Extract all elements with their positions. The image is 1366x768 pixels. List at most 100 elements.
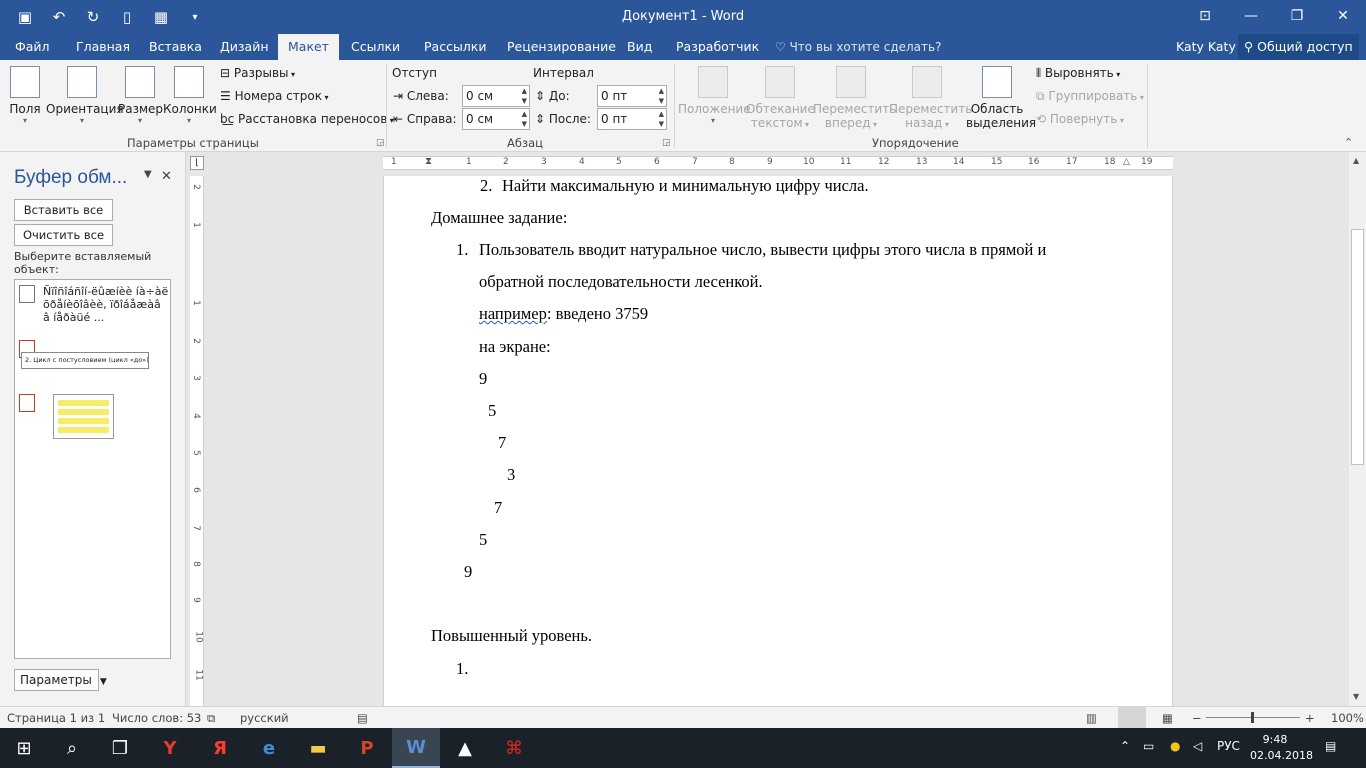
hyphenation-button[interactable]: b͟c Расстановка переносов ▾ — [220, 112, 394, 126]
scroll-down-icon[interactable]: ▼ — [1353, 692, 1359, 701]
yandex-browser-icon[interactable]: Y — [146, 728, 194, 768]
position-button[interactable]: Положение ▾ — [678, 66, 751, 125]
orientation-button[interactable]: Ориентация ▾ — [46, 66, 124, 125]
clipboard-item[interactable] — [19, 394, 169, 442]
clock[interactable]: 9:48 02.04.2018 — [1250, 732, 1313, 764]
title-bar: ▣ ↶ ↻ ▯ ▦ ▾ Документ1 - Word ⊡ — ❐ ✕ — [0, 0, 1366, 34]
tab-review[interactable]: Рецензирование — [497, 34, 626, 60]
horizontal-ruler[interactable]: 1 ⧗ 1 2 3 4 5 6 7 8 9 10 11 12 13 14 15 … — [383, 156, 1173, 170]
collapse-ribbon-icon[interactable]: ⌃ — [1344, 136, 1353, 149]
ribbon-display-icon[interactable]: ⊡ — [1182, 0, 1228, 32]
tab-selector[interactable]: ⌊ — [190, 156, 204, 170]
minimize-icon[interactable]: — — [1228, 0, 1274, 32]
breaks-button[interactable]: ⊟ Разрывы ▾ — [220, 66, 295, 80]
volume-icon[interactable]: ◁ — [1193, 739, 1202, 753]
tab-design[interactable]: Дизайн — [210, 34, 279, 60]
spinner-icon[interactable]: ▲ ▼ — [522, 86, 527, 106]
acrobat-icon[interactable]: ⌘ — [490, 728, 538, 768]
document-page[interactable]: 2. Найти максимальную и минимальную цифр… — [383, 176, 1173, 706]
search-icon[interactable]: ⌕ — [48, 728, 96, 768]
task-view-icon[interactable]: ❐ — [96, 728, 144, 768]
spinner-icon[interactable]: ▲ ▼ — [522, 109, 527, 129]
spinner-icon[interactable]: ▲ ▼ — [659, 86, 664, 106]
paste-all-button[interactable]: Вставить все — [14, 199, 113, 221]
photos-icon[interactable]: ▲ — [441, 728, 489, 768]
print-layout-icon[interactable] — [1118, 707, 1146, 728]
margins-button[interactable]: Поля ▾ — [8, 66, 42, 125]
slide-text-thumbnail: 2. Цикл с постусловием (цикл «до») — [21, 352, 149, 369]
zoom-slider-thumb[interactable] — [1251, 712, 1254, 723]
wrap-text-button[interactable]: Обтекание текстом ▾ — [746, 66, 815, 130]
scroll-thumb[interactable] — [1351, 229, 1364, 465]
read-mode-icon[interactable]: ▥ — [1086, 711, 1097, 725]
indent-left-field[interactable]: 0 см ▲ ▼ — [462, 85, 530, 107]
selection-pane-button[interactable]: Область выделения — [966, 66, 1036, 130]
vertical-ruler[interactable]: 2 1 1 2 3 4 5 6 7 8 9 10 11 — [190, 176, 204, 706]
word-icon[interactable]: W — [392, 728, 440, 768]
spacing-before-field[interactable]: 0 пт ▲ ▼ — [597, 85, 667, 107]
right-indent-marker-icon[interactable]: △ — [1123, 157, 1130, 167]
pane-menu-icon[interactable]: ▼ — [144, 169, 152, 180]
clipboard-item[interactable]: 2. Цикл с постусловием (цикл «до») — [19, 340, 169, 374]
scroll-up-icon[interactable]: ▲ — [1353, 156, 1359, 165]
tab-file[interactable]: Файл — [5, 34, 60, 60]
spinner-icon[interactable]: ▲ ▼ — [659, 109, 664, 129]
tab-home[interactable]: Главная — [66, 34, 140, 60]
spacing-after-label: ⇕ После: — [535, 112, 591, 126]
notification-app-icon[interactable]: ● — [1170, 739, 1180, 753]
size-button[interactable]: Размер ▾ — [118, 66, 163, 125]
tab-developer[interactable]: Разработчик — [666, 34, 769, 60]
page-count[interactable]: Страница 1 из 1 — [7, 711, 105, 725]
digit-line: 5 — [488, 401, 497, 420]
zoom-in-icon[interactable]: + — [1305, 711, 1315, 725]
word-count[interactable]: Число слов: 53 — [112, 711, 201, 725]
indent-marker-icon[interactable]: ⧗ — [425, 156, 432, 167]
user-name[interactable]: Katy Katy — [1176, 34, 1236, 60]
windows-start-icon[interactable]: ⊞ — [0, 728, 48, 768]
breaks-icon: ⊟ — [220, 66, 234, 80]
yandex-icon[interactable]: Я — [196, 728, 244, 768]
line-numbers-button[interactable]: ☰ Номера строк ▾ — [220, 89, 329, 103]
columns-button[interactable]: Колонки ▾ — [163, 66, 217, 125]
homework-heading: Домашнее задание: — [431, 208, 568, 227]
spacing-after-field[interactable]: 0 пт ▲ ▼ — [597, 108, 667, 130]
network-icon[interactable]: ▭ — [1143, 739, 1154, 753]
options-button[interactable]: Параметры ▼ — [14, 669, 107, 691]
powerpoint-icon[interactable]: P — [343, 728, 391, 768]
dialog-launcher-icon[interactable]: ◲ — [376, 138, 385, 148]
tab-layout[interactable]: Макет — [278, 34, 339, 60]
pane-close-icon[interactable]: ✕ — [161, 169, 172, 184]
spelling-error-word[interactable]: например — [479, 304, 547, 323]
maximize-icon[interactable]: ❐ — [1274, 0, 1320, 32]
powerpoint-icon — [19, 394, 35, 412]
indent-right-field[interactable]: 0 см ▲ ▼ — [462, 108, 530, 130]
bring-forward-button[interactable]: Переместить вперед ▾ — [813, 66, 896, 130]
file-explorer-icon[interactable]: ▬ — [294, 728, 342, 768]
keyboard-language[interactable]: РУС — [1217, 739, 1240, 753]
close-icon[interactable]: ✕ — [1320, 0, 1366, 32]
zoom-out-icon[interactable]: − — [1192, 711, 1202, 725]
tab-references[interactable]: Ссылки — [341, 34, 410, 60]
dialog-launcher-icon[interactable]: ◲ — [662, 138, 671, 148]
share-button[interactable]: ⚲ Общий доступ — [1238, 34, 1359, 60]
align-button[interactable]: ⫴ Выровнять ▾ — [1036, 66, 1120, 81]
language-indicator[interactable]: русский — [240, 711, 289, 725]
proofing-icon[interactable]: ⧉ — [207, 711, 215, 726]
zoom-level[interactable]: 100% — [1331, 711, 1364, 725]
rotate-icon: ⟲ — [1036, 112, 1050, 126]
web-layout-icon[interactable]: ▦ — [1162, 711, 1173, 725]
group-button[interactable]: ⧉ Группировать ▾ — [1036, 89, 1144, 104]
tell-me-box[interactable]: ♡ Что вы хотите сделать? — [775, 34, 941, 60]
macro-icon[interactable]: ▤ — [357, 711, 368, 725]
tab-mailings[interactable]: Рассылки — [414, 34, 496, 60]
tray-expand-icon[interactable]: ⌃ — [1120, 739, 1130, 753]
tab-view[interactable]: Вид — [617, 34, 662, 60]
vertical-scrollbar[interactable]: ▲ ▼ — [1349, 152, 1366, 706]
edge-icon[interactable]: e — [245, 728, 293, 768]
send-backward-button[interactable]: Переместить назад ▾ — [889, 66, 972, 130]
clear-all-button[interactable]: Очистить все — [14, 224, 113, 246]
action-center-icon[interactable]: ▤ — [1325, 739, 1336, 753]
rotate-button[interactable]: ⟲ Повернуть ▾ — [1036, 112, 1124, 126]
clipboard-item[interactable]: Ñïîñîáñîí-ëûæíèè íà÷àë õðåíèõîâèè, ïðîáå… — [19, 285, 169, 329]
tab-insert[interactable]: Вставка — [139, 34, 212, 60]
